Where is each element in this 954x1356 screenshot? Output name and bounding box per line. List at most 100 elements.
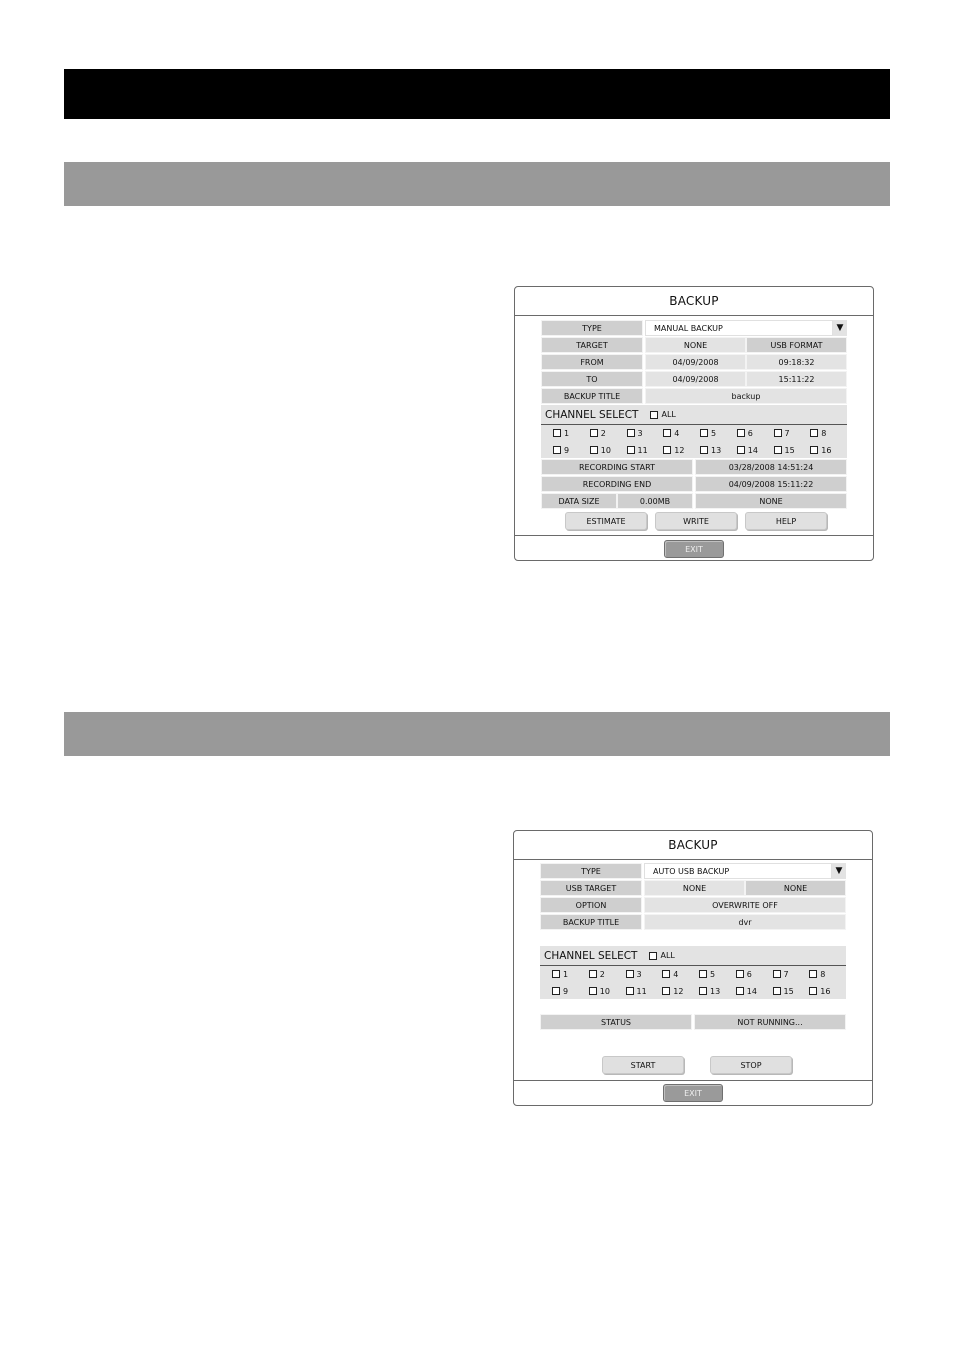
channel-select-header: CHANNEL SELECT ALL: [540, 946, 846, 966]
channel-checkbox-12[interactable]: 12: [663, 444, 700, 456]
channel-checkbox-2[interactable]: 2: [589, 427, 627, 439]
checkbox-icon: [810, 446, 819, 454]
channel-checkbox-4[interactable]: 4: [663, 427, 700, 439]
recording-start-row: RECORDING START 03/28/2008 14:51:24: [541, 459, 847, 475]
channel-checkbox-10[interactable]: 10: [589, 444, 627, 456]
channel-label: 8: [821, 428, 827, 438]
channel-label: 3: [636, 969, 642, 979]
channel-checkbox-11[interactable]: 11: [625, 985, 663, 997]
channel-checkbox-9[interactable]: 9: [553, 444, 590, 456]
recording-end-row: RECORDING END 04/09/2008 15:11:22: [541, 476, 847, 492]
checkbox-icon: [553, 446, 561, 454]
estimate-button[interactable]: ESTIMATE: [565, 512, 647, 530]
usb-format-button[interactable]: USB FORMAT: [746, 337, 847, 353]
channel-checkbox-3[interactable]: 3: [625, 968, 663, 980]
write-button[interactable]: WRITE: [655, 512, 737, 530]
channel-checkbox-8[interactable]: 8: [809, 968, 846, 980]
channel-checkbox-16[interactable]: 16: [809, 985, 846, 997]
channel-label: 14: [747, 445, 758, 455]
channel-checkbox-6[interactable]: 6: [736, 427, 774, 439]
channel-checkbox-7[interactable]: 7: [772, 968, 810, 980]
channel-label: 5: [711, 428, 717, 438]
channel-select-header: CHANNEL SELECT ALL: [541, 405, 847, 425]
backup-title-field[interactable]: backup: [645, 388, 847, 404]
help-button[interactable]: HELP: [745, 512, 827, 530]
target-label: TARGET: [541, 337, 643, 353]
channel-checkbox-3[interactable]: 3: [626, 427, 664, 439]
channel-checkbox-2[interactable]: 2: [588, 968, 626, 980]
target-row: TARGET NONE USB FORMAT: [541, 337, 847, 353]
channel-grid: 1 2 3 4 5 6 7 8 9 10 11 12 13 14 15 16: [541, 425, 847, 458]
checkbox-icon: [649, 951, 658, 960]
checkbox-icon: [809, 970, 818, 978]
from-time-field[interactable]: 09:18:32: [746, 354, 847, 370]
section-header-bar-manual-backup: [64, 162, 890, 206]
stop-button[interactable]: STOP: [710, 1056, 792, 1074]
channel-checkbox-15[interactable]: 15: [773, 444, 811, 456]
channel-label: 7: [783, 969, 789, 979]
channel-checkbox-1[interactable]: 1: [552, 968, 589, 980]
channel-label: 13: [710, 986, 721, 996]
channel-checkbox-1[interactable]: 1: [553, 427, 590, 439]
checkbox-icon: [588, 970, 597, 978]
channel-checkbox-8[interactable]: 8: [810, 427, 847, 439]
channel-select-label: CHANNEL SELECT: [544, 949, 638, 962]
channel-checkbox-6[interactable]: 6: [735, 968, 773, 980]
channel-checkbox-12[interactable]: 12: [662, 985, 699, 997]
option-value[interactable]: OVERWRITE OFF: [644, 897, 846, 913]
checkbox-icon: [772, 970, 781, 978]
channel-checkbox-14[interactable]: 14: [735, 985, 773, 997]
channel-checkbox-4[interactable]: 4: [662, 968, 699, 980]
channel-checkbox-9[interactable]: 9: [552, 985, 589, 997]
channel-label: 12: [673, 986, 684, 996]
backup-title-field[interactable]: dvr: [644, 914, 846, 930]
to-date-field[interactable]: 04/09/2008: [645, 371, 746, 387]
exit-button[interactable]: EXIT: [664, 540, 724, 558]
usb-target-label: USB TARGET: [540, 880, 642, 896]
channel-label: 3: [637, 428, 643, 438]
from-date-field[interactable]: 04/09/2008: [645, 354, 746, 370]
type-select[interactable]: AUTO USB BACKUP: [644, 863, 832, 879]
channel-select-label: CHANNEL SELECT: [545, 408, 639, 421]
dropdown-arrow-icon[interactable]: ▼: [832, 863, 846, 879]
recording-start-value: 03/28/2008 14:51:24: [695, 459, 847, 475]
to-time-field[interactable]: 15:11:22: [746, 371, 847, 387]
type-row: TYPE MANUAL BACKUP ▼: [541, 320, 847, 336]
all-channels-checkbox[interactable]: ALL: [649, 951, 675, 960]
dropdown-arrow-icon[interactable]: ▼: [833, 320, 847, 336]
backup-title-row: BACKUP TITLE dvr: [540, 914, 846, 930]
target-value[interactable]: NONE: [645, 337, 746, 353]
start-button[interactable]: START: [602, 1056, 684, 1074]
exit-button[interactable]: EXIT: [663, 1084, 723, 1102]
type-row: TYPE AUTO USB BACKUP ▼: [540, 863, 846, 879]
channel-checkbox-14[interactable]: 14: [736, 444, 774, 456]
backup-title-label: BACKUP TITLE: [541, 388, 643, 404]
channel-label: 15: [783, 986, 794, 996]
recording-end-value: 04/09/2008 15:11:22: [695, 476, 847, 492]
channel-checkbox-5[interactable]: 5: [700, 427, 737, 439]
checkbox-icon: [700, 429, 708, 437]
channel-checkbox-7[interactable]: 7: [773, 427, 811, 439]
channel-checkbox-11[interactable]: 11: [626, 444, 664, 456]
channel-checkbox-16[interactable]: 16: [810, 444, 847, 456]
usb-target-value-2[interactable]: NONE: [745, 880, 846, 896]
channel-checkbox-10[interactable]: 10: [588, 985, 626, 997]
usb-target-value-1[interactable]: NONE: [644, 880, 745, 896]
checkbox-icon: [773, 429, 782, 437]
checkbox-icon: [625, 970, 634, 978]
channel-checkbox-15[interactable]: 15: [772, 985, 810, 997]
type-select[interactable]: MANUAL BACKUP: [645, 320, 833, 336]
channel-checkbox-5[interactable]: 5: [699, 968, 736, 980]
status-value: NOT RUNNING...: [694, 1014, 846, 1030]
chapter-title-bar: [64, 69, 890, 119]
type-label: TYPE: [540, 863, 642, 879]
all-channels-checkbox[interactable]: ALL: [650, 410, 676, 419]
channel-checkbox-13[interactable]: 13: [699, 985, 736, 997]
checkbox-icon: [589, 446, 598, 454]
section-header-bar-auto-backup: [64, 712, 890, 756]
checkbox-icon: [663, 446, 672, 454]
channel-label: 8: [820, 969, 826, 979]
channel-checkbox-13[interactable]: 13: [700, 444, 737, 456]
channel-label: 11: [636, 986, 647, 996]
option-row: OPTION OVERWRITE OFF: [540, 897, 846, 913]
